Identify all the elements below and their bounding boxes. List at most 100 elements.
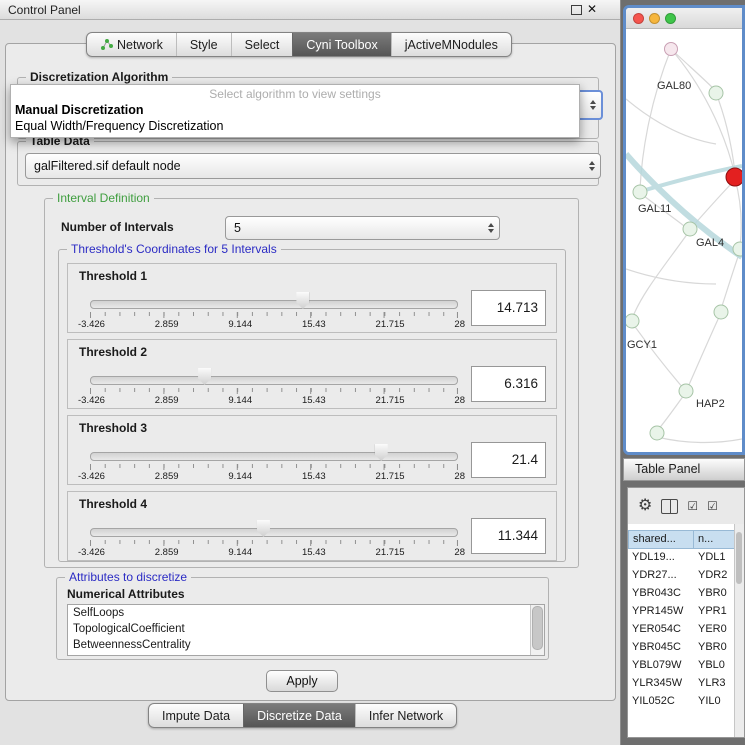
checkbox-icon[interactable]: ☑ bbox=[687, 500, 698, 512]
threshold-value-field[interactable]: 11.344 bbox=[471, 518, 546, 554]
threshold-value-field[interactable]: 6.316 bbox=[471, 366, 546, 402]
table-row[interactable]: YDR27...YDR2 bbox=[628, 567, 735, 585]
scrollbar-thumb[interactable] bbox=[532, 606, 543, 650]
table-cell: YBL0 bbox=[694, 657, 735, 675]
network-node[interactable] bbox=[733, 242, 742, 256]
attributes-list[interactable]: SelfLoopsTopologicalCoefficientBetweenne… bbox=[67, 604, 545, 656]
attribute-item[interactable]: SelfLoops bbox=[68, 605, 544, 621]
stepper-icon bbox=[589, 161, 600, 171]
network-node[interactable] bbox=[683, 222, 697, 236]
tab-network[interactable]: Network bbox=[87, 33, 176, 56]
threshold-label: Threshold 4 bbox=[79, 497, 147, 511]
float-window-icon[interactable] bbox=[571, 5, 582, 15]
table-cell: YIL052C bbox=[628, 693, 694, 711]
column-header-shared-name[interactable]: shared... bbox=[628, 530, 694, 549]
checkbox-icon[interactable]: ☑ bbox=[707, 500, 718, 512]
network-node[interactable] bbox=[714, 305, 728, 319]
attributes-scrollbar[interactable] bbox=[530, 605, 544, 655]
thresholds-coordinates-group: Threshold's Coordinates for 5 Intervals … bbox=[58, 249, 566, 562]
table-cell: YER0 bbox=[694, 621, 735, 639]
zoom-traffic-light-icon[interactable] bbox=[665, 13, 676, 24]
table-row[interactable]: YBR043CYBR0 bbox=[628, 585, 735, 603]
group-title: Attributes to discretize bbox=[65, 570, 191, 584]
tab-label: Discretize Data bbox=[257, 709, 342, 723]
number-of-intervals-combobox[interactable]: 5 bbox=[225, 216, 500, 240]
table-header-row: shared... n... bbox=[628, 530, 735, 549]
threshold-value-field[interactable]: 14.713 bbox=[471, 290, 546, 326]
dropdown-item-manual-discretization[interactable]: Manual Discretization bbox=[11, 102, 579, 118]
threshold-value-field[interactable]: 21.4 bbox=[471, 442, 546, 478]
tab-style[interactable]: Style bbox=[176, 33, 231, 56]
threshold-slider[interactable]: -3.4262.8599.14415.4321.71528 bbox=[90, 438, 458, 482]
column-header-name[interactable]: n... bbox=[694, 530, 735, 549]
table-row[interactable]: YLR345WYLR3 bbox=[628, 675, 735, 693]
columns-icon[interactable] bbox=[661, 499, 678, 514]
scrollbar-thumb[interactable] bbox=[736, 532, 742, 584]
network-node[interactable] bbox=[679, 384, 693, 398]
dropdown-item-equal-width-frequency[interactable]: Equal Width/Frequency Discretization bbox=[11, 118, 579, 134]
table-cell: YBL079W bbox=[628, 657, 694, 675]
slider-major-ticks bbox=[90, 540, 458, 546]
table-cell: YPR145W bbox=[628, 603, 694, 621]
tab-impute-data[interactable]: Impute Data bbox=[149, 704, 243, 727]
slider-track[interactable] bbox=[90, 452, 458, 461]
table-cell: YDL1 bbox=[694, 549, 735, 567]
scale-label: 2.859 bbox=[155, 471, 179, 482]
table-cell: YLR3 bbox=[694, 675, 735, 693]
network-node[interactable] bbox=[626, 314, 639, 328]
slider-major-ticks bbox=[90, 388, 458, 394]
scale-label: 9.144 bbox=[228, 547, 252, 558]
attribute-item[interactable]: TopologicalCoefficient bbox=[68, 621, 544, 637]
table-row[interactable]: YER054CYER0 bbox=[628, 621, 735, 639]
threshold-block: Threshold 3-3.4262.8599.14415.4321.71528… bbox=[67, 415, 557, 485]
tab-discretize-data[interactable]: Discretize Data bbox=[243, 704, 355, 727]
table-data-combobox[interactable]: galFiltered.sif default node bbox=[25, 153, 601, 179]
threshold-slider[interactable]: -3.4262.8599.14415.4321.71528 bbox=[90, 514, 458, 558]
slider-track[interactable] bbox=[90, 376, 458, 385]
tab-select[interactable]: Select bbox=[231, 33, 293, 56]
tab-cyni-toolbox[interactable]: Cyni Toolbox bbox=[292, 33, 390, 56]
tab-label: Cyni Toolbox bbox=[306, 38, 377, 52]
combobox-value: 5 bbox=[234, 221, 241, 235]
table-row[interactable]: YBL079WYBL0 bbox=[628, 657, 735, 675]
slider-track[interactable] bbox=[90, 300, 458, 309]
network-node[interactable] bbox=[665, 43, 678, 56]
network-view-window: GAL80GAL11GAL4GCY1HAP2 bbox=[623, 5, 745, 455]
interval-definition-group: Interval Definition Number of Intervals … bbox=[44, 198, 579, 568]
scale-label: 21.715 bbox=[376, 319, 405, 330]
scale-label: 15.43 bbox=[302, 547, 326, 558]
table-cell: YBR045C bbox=[628, 639, 694, 657]
threshold-slider[interactable]: -3.4262.8599.14415.4321.71528 bbox=[90, 362, 458, 406]
dropdown-placeholder: Select algorithm to view settings bbox=[11, 85, 579, 102]
slider-scale: -3.4262.8599.14415.4321.71528 bbox=[78, 319, 465, 330]
scale-label: -3.426 bbox=[78, 471, 105, 482]
table-row[interactable]: YBR045CYBR0 bbox=[628, 639, 735, 657]
tab-jactivemnodules[interactable]: jActiveMNodules bbox=[391, 33, 511, 56]
table-scrollbar[interactable] bbox=[734, 524, 744, 737]
group-title: Discretization Algorithm bbox=[26, 70, 172, 84]
table-row[interactable]: YIL052CYIL0 bbox=[628, 693, 735, 711]
apply-button[interactable]: Apply bbox=[266, 670, 338, 692]
threshold-slider[interactable]: -3.4262.8599.14415.4321.71528 bbox=[90, 286, 458, 330]
slider-track[interactable] bbox=[90, 528, 458, 537]
tab-label: Impute Data bbox=[162, 709, 230, 723]
network-node[interactable] bbox=[633, 185, 647, 199]
attribute-item[interactable]: BetweennessCentrality bbox=[68, 637, 544, 653]
minimize-traffic-light-icon[interactable] bbox=[649, 13, 660, 24]
close-icon[interactable]: ✕ bbox=[587, 2, 597, 16]
tab-label: Infer Network bbox=[369, 709, 443, 723]
network-node[interactable] bbox=[650, 426, 664, 440]
network-node-selected[interactable] bbox=[726, 168, 742, 186]
table-row[interactable]: YDL19...YDL1 bbox=[628, 549, 735, 567]
table-panel-titlebar: Table Panel bbox=[623, 458, 745, 481]
gear-icon[interactable]: ⚙ bbox=[638, 498, 652, 514]
scale-label: 28 bbox=[454, 319, 465, 330]
scale-label: 9.144 bbox=[228, 319, 252, 330]
table-row[interactable]: YPR145WYPR1 bbox=[628, 603, 735, 621]
network-canvas[interactable]: GAL80GAL11GAL4GCY1HAP2 bbox=[626, 29, 742, 452]
table-cell: YER054C bbox=[628, 621, 694, 639]
tab-infer-network[interactable]: Infer Network bbox=[355, 704, 456, 727]
table-cell: YDR2 bbox=[694, 567, 735, 585]
network-node[interactable] bbox=[709, 86, 723, 100]
close-traffic-light-icon[interactable] bbox=[633, 13, 644, 24]
